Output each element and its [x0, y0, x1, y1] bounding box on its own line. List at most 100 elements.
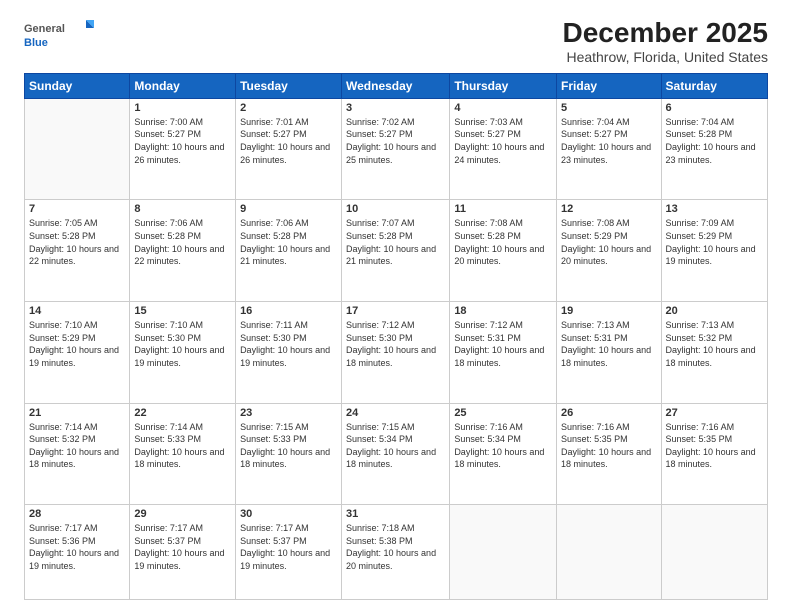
day-info: Sunrise: 7:12 AMSunset: 5:30 PMDaylight:…	[346, 319, 445, 369]
day-info: Sunrise: 7:16 AMSunset: 5:34 PMDaylight:…	[454, 421, 552, 471]
day-number: 21	[29, 407, 125, 419]
calendar-cell: 17 Sunrise: 7:12 AMSunset: 5:30 PMDayligh…	[342, 302, 450, 404]
day-info: Sunrise: 7:01 AMSunset: 5:27 PMDaylight:…	[240, 116, 337, 166]
calendar-table: Sunday Monday Tuesday Wednesday Thursday…	[24, 73, 768, 600]
calendar-cell: 14 Sunrise: 7:10 AMSunset: 5:29 PMDayligh…	[25, 302, 130, 404]
calendar-cell: 6 Sunrise: 7:04 AMSunset: 5:28 PMDaylight…	[661, 98, 767, 200]
calendar-cell: 1 Sunrise: 7:00 AMSunset: 5:27 PMDaylight…	[130, 98, 236, 200]
calendar-cell: 23 Sunrise: 7:15 AMSunset: 5:33 PMDayligh…	[236, 403, 342, 505]
day-number: 11	[454, 203, 552, 215]
day-info: Sunrise: 7:08 AMSunset: 5:29 PMDaylight:…	[561, 217, 656, 267]
day-info: Sunrise: 7:10 AMSunset: 5:29 PMDaylight:…	[29, 319, 125, 369]
calendar-cell: 27Sunrise: 7:16 AMSunset: 5:35 PMDayligh…	[661, 403, 767, 505]
calendar-cell: 29 Sunrise: 7:17 AMSunset: 5:37 PMDayligh…	[130, 505, 236, 600]
calendar-cell	[450, 505, 557, 600]
header-wednesday: Wednesday	[342, 73, 450, 98]
day-info: Sunrise: 7:12 AMSunset: 5:31 PMDaylight:…	[454, 319, 552, 369]
day-number: 18	[454, 305, 552, 317]
day-info: Sunrise: 7:13 AMSunset: 5:31 PMDaylight:…	[561, 319, 656, 369]
calendar-cell: 15Sunrise: 7:10 AMSunset: 5:30 PMDayligh…	[130, 302, 236, 404]
svg-text:General: General	[24, 23, 65, 35]
day-info: Sunrise: 7:02 AMSunset: 5:27 PMDaylight:…	[346, 116, 445, 166]
calendar-page: General Blue December 2025 Heathrow, Flo…	[0, 0, 792, 612]
day-number: 4	[454, 102, 552, 114]
day-info: Sunrise: 7:09 AMSunset: 5:29 PMDaylight:…	[666, 217, 763, 267]
day-info: Sunrise: 7:07 AMSunset: 5:28 PMDaylight:…	[346, 217, 445, 267]
header: General Blue December 2025 Heathrow, Flo…	[24, 18, 768, 65]
logo-svg: General Blue	[24, 18, 94, 54]
week-row-3: 14 Sunrise: 7:10 AMSunset: 5:29 PMDayligh…	[25, 302, 768, 404]
week-row-4: 21Sunrise: 7:14 AMSunset: 5:32 PMDayligh…	[25, 403, 768, 505]
calendar-cell: 8Sunrise: 7:06 AMSunset: 5:28 PMDaylight…	[130, 200, 236, 302]
weekday-header-row: Sunday Monday Tuesday Wednesday Thursday…	[25, 73, 768, 98]
day-number: 5	[561, 102, 656, 114]
day-number: 31	[346, 508, 445, 520]
svg-text:Blue: Blue	[24, 37, 48, 49]
day-info: Sunrise: 7:06 AMSunset: 5:28 PMDaylight:…	[134, 217, 231, 267]
calendar-cell: 13Sunrise: 7:09 AMSunset: 5:29 PMDayligh…	[661, 200, 767, 302]
day-number: 28	[29, 508, 125, 520]
calendar-cell: 28Sunrise: 7:17 AMSunset: 5:36 PMDayligh…	[25, 505, 130, 600]
day-number: 10	[346, 203, 445, 215]
calendar-cell: 25 Sunrise: 7:16 AMSunset: 5:34 PMDayligh…	[450, 403, 557, 505]
month-title: December 2025	[563, 18, 768, 49]
day-number: 22	[134, 407, 231, 419]
day-number: 3	[346, 102, 445, 114]
day-number: 29	[134, 508, 231, 520]
week-row-5: 28Sunrise: 7:17 AMSunset: 5:36 PMDayligh…	[25, 505, 768, 600]
calendar-cell: 3 Sunrise: 7:02 AMSunset: 5:27 PMDaylight…	[342, 98, 450, 200]
day-number: 27	[666, 407, 763, 419]
day-number: 12	[561, 203, 656, 215]
day-number: 19	[561, 305, 656, 317]
day-info: Sunrise: 7:17 AMSunset: 5:37 PMDaylight:…	[134, 522, 231, 572]
day-info: Sunrise: 7:14 AMSunset: 5:33 PMDaylight:…	[134, 421, 231, 471]
calendar-cell: 2Sunrise: 7:01 AMSunset: 5:27 PMDaylight…	[236, 98, 342, 200]
day-info: Sunrise: 7:00 AMSunset: 5:27 PMDaylight:…	[134, 116, 231, 166]
day-info: Sunrise: 7:15 AMSunset: 5:33 PMDaylight:…	[240, 421, 337, 471]
calendar-cell: 4Sunrise: 7:03 AMSunset: 5:27 PMDaylight…	[450, 98, 557, 200]
calendar-cell: 18 Sunrise: 7:12 AMSunset: 5:31 PMDayligh…	[450, 302, 557, 404]
day-number: 17	[346, 305, 445, 317]
day-number: 20	[666, 305, 763, 317]
day-number: 24	[346, 407, 445, 419]
day-info: Sunrise: 7:08 AMSunset: 5:28 PMDaylight:…	[454, 217, 552, 267]
calendar-cell	[557, 505, 661, 600]
calendar-cell: 11 Sunrise: 7:08 AMSunset: 5:28 PMDayligh…	[450, 200, 557, 302]
calendar-cell	[661, 505, 767, 600]
week-row-2: 7Sunrise: 7:05 AMSunset: 5:28 PMDaylight…	[25, 200, 768, 302]
day-info: Sunrise: 7:18 AMSunset: 5:38 PMDaylight:…	[346, 522, 445, 572]
day-info: Sunrise: 7:04 AMSunset: 5:28 PMDaylight:…	[666, 116, 763, 166]
day-number: 25	[454, 407, 552, 419]
header-tuesday: Tuesday	[236, 73, 342, 98]
calendar-cell: 19 Sunrise: 7:13 AMSunset: 5:31 PMDayligh…	[557, 302, 661, 404]
calendar-cell: 31 Sunrise: 7:18 AMSunset: 5:38 PMDayligh…	[342, 505, 450, 600]
calendar-cell: 7Sunrise: 7:05 AMSunset: 5:28 PMDaylight…	[25, 200, 130, 302]
day-number: 15	[134, 305, 231, 317]
calendar-cell: 30Sunrise: 7:17 AMSunset: 5:37 PMDayligh…	[236, 505, 342, 600]
day-info: Sunrise: 7:16 AMSunset: 5:35 PMDaylight:…	[561, 421, 656, 471]
header-monday: Monday	[130, 73, 236, 98]
location: Heathrow, Florida, United States	[563, 49, 768, 65]
header-saturday: Saturday	[661, 73, 767, 98]
day-info: Sunrise: 7:06 AMSunset: 5:28 PMDaylight:…	[240, 217, 337, 267]
logo: General Blue	[24, 18, 94, 54]
day-number: 1	[134, 102, 231, 114]
day-number: 16	[240, 305, 337, 317]
day-number: 14	[29, 305, 125, 317]
day-number: 30	[240, 508, 337, 520]
day-number: 23	[240, 407, 337, 419]
header-friday: Friday	[557, 73, 661, 98]
calendar-cell: 22 Sunrise: 7:14 AMSunset: 5:33 PMDayligh…	[130, 403, 236, 505]
calendar-cell: 16 Sunrise: 7:11 AMSunset: 5:30 PMDayligh…	[236, 302, 342, 404]
day-number: 9	[240, 203, 337, 215]
day-info: Sunrise: 7:15 AMSunset: 5:34 PMDaylight:…	[346, 421, 445, 471]
calendar-cell: 10 Sunrise: 7:07 AMSunset: 5:28 PMDayligh…	[342, 200, 450, 302]
day-info: Sunrise: 7:05 AMSunset: 5:28 PMDaylight:…	[29, 217, 125, 267]
day-info: Sunrise: 7:11 AMSunset: 5:30 PMDaylight:…	[240, 319, 337, 369]
day-number: 6	[666, 102, 763, 114]
header-sunday: Sunday	[25, 73, 130, 98]
calendar-cell: 24 Sunrise: 7:15 AMSunset: 5:34 PMDayligh…	[342, 403, 450, 505]
calendar-cell: 5Sunrise: 7:04 AMSunset: 5:27 PMDaylight…	[557, 98, 661, 200]
title-block: December 2025 Heathrow, Florida, United …	[563, 18, 768, 65]
day-info: Sunrise: 7:13 AMSunset: 5:32 PMDaylight:…	[666, 319, 763, 369]
